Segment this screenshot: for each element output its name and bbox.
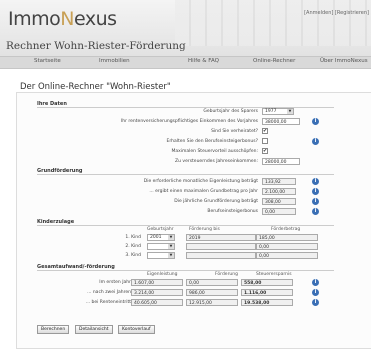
nav-immobilien[interactable]: Immobilien bbox=[99, 58, 130, 64]
label-steuervorteil: Maximalen Steuervorteil ausschöpfen: bbox=[171, 149, 258, 154]
chevron-down-icon: ▼ bbox=[168, 253, 174, 258]
col-header-geburtsjahr: Geburtsjahr bbox=[147, 227, 174, 232]
kind-2-foerderung-bis bbox=[186, 243, 256, 250]
logo-text-immo: Immo bbox=[8, 8, 61, 30]
label-verheiratet: Sind Sie verheiratet? bbox=[211, 129, 258, 134]
renteneintritt-eigenleistung: 40.605,00 bbox=[131, 299, 183, 306]
geburtsjahr-value: 1977 bbox=[265, 109, 277, 114]
info-icon[interactable]: i bbox=[312, 188, 319, 195]
chevron-down-icon: ▼ bbox=[168, 244, 174, 249]
header-photo bbox=[175, 0, 371, 46]
section-divider bbox=[37, 225, 334, 226]
berufseinsteigerbonus-output: 0,00 bbox=[262, 208, 296, 215]
logo-text-n: N bbox=[60, 8, 74, 30]
nav-startseite[interactable]: Startseite bbox=[34, 58, 61, 64]
berufseinsteigerbonus-checkbox[interactable] bbox=[262, 138, 268, 144]
page-header: ImmoNexus [Anmelden] [Registrieren] Rech… bbox=[0, 0, 371, 56]
section-divider bbox=[37, 174, 334, 175]
kind-3-foerderbetrag: 0,00 bbox=[256, 252, 318, 259]
label-berufseinsteigerbonus: Erhalten Sie den Berufseinsteigerbonus? bbox=[166, 139, 258, 144]
kind-1-year-select[interactable]: 2001 ▼ bbox=[147, 234, 175, 241]
detailansicht-button[interactable]: Detailansicht bbox=[75, 325, 113, 334]
label-einkommen: Ihr rentenversicherungspflichtiges Einko… bbox=[120, 119, 258, 124]
label-berufseinsteigerbonus-betrag: Berufseinsteigerbonus bbox=[207, 209, 258, 214]
kind-1-foerderung-bis: 2019 bbox=[186, 234, 256, 241]
zwei-jahre-steuerersparnis: 1.116,00 bbox=[241, 289, 293, 296]
label-grundbetrag: ... ergibt einen maximalen Grundbetrag p… bbox=[149, 189, 258, 194]
label-eigenleistung: Die erforderliche monatliche Eigenleistu… bbox=[143, 179, 258, 184]
kind-3-year-select[interactable]: ▼ bbox=[147, 252, 175, 259]
info-icon[interactable]: i bbox=[312, 118, 319, 125]
info-icon[interactable]: i bbox=[312, 299, 319, 306]
einkommen-input[interactable]: 38000,00 bbox=[262, 118, 300, 125]
nav-ueber-immonexus[interactable]: Über ImmoNexus bbox=[320, 58, 368, 64]
info-icon[interactable]: i bbox=[312, 279, 319, 286]
eigenleistung-output: 133,92 bbox=[262, 178, 296, 185]
jahreseinkommen-input[interactable]: 28000,00 bbox=[262, 158, 300, 165]
erstes-jahr-foerderung: 0,00 bbox=[186, 279, 238, 286]
berechnen-button[interactable]: Berechnen bbox=[37, 325, 70, 334]
label-erstes-jahr: Im ersten Jahr bbox=[99, 280, 131, 285]
page-title: Der Online-Rechner "Wohn-Riester" bbox=[20, 82, 171, 92]
label-renteneintritt: ... bei Renteneintritt bbox=[85, 300, 131, 305]
label-kind-2: 2. Kind bbox=[125, 244, 141, 249]
col-header-steuerersparnis: Steuerersparnis bbox=[256, 272, 292, 277]
col-header-foerderbetrag: Förderbetrag bbox=[271, 227, 301, 232]
zwei-jahre-eigenleistung: 3.214,00 bbox=[131, 289, 183, 296]
zwei-jahre-foerderung: 986,00 bbox=[186, 289, 238, 296]
chevron-down-icon: ▼ bbox=[287, 109, 293, 114]
kontoverlauf-button[interactable]: Kontoverlauf bbox=[118, 325, 155, 334]
info-icon[interactable]: i bbox=[312, 208, 319, 215]
nav-hilfe-faq[interactable]: Hilfe & FAQ bbox=[188, 58, 219, 64]
kind-1-year-value: 2001 bbox=[150, 235, 162, 240]
col-header-foerderung: Förderung bbox=[215, 272, 238, 277]
col-header-eigenleistung: Eigenleistung bbox=[147, 272, 178, 277]
info-icon[interactable]: i bbox=[312, 138, 319, 145]
label-kind-1: 1. Kind bbox=[125, 235, 141, 240]
grundbetrag-output: 2.100,00 bbox=[262, 188, 296, 195]
label-jahreseinkommen: Zu versteuerndes Jahreseinkommen: bbox=[175, 159, 258, 164]
label-geburtsjahr: Geburtsjahr des Sparers bbox=[203, 109, 258, 114]
label-zwei-jahre: ... nach zwei Jahren bbox=[87, 290, 131, 295]
verheiratet-checkbox[interactable]: ✔ bbox=[262, 128, 268, 134]
col-header-foerderung-bis: Förderung bis bbox=[189, 227, 220, 232]
renteneintritt-steuerersparnis: 19.538,00 bbox=[241, 299, 293, 306]
label-grundfoerderung: Die jährliche Grundförderung beträgt bbox=[174, 199, 258, 204]
erstes-jahr-steuerersparnis: 558,00 bbox=[241, 279, 293, 286]
app-title: Rechner Wohn-Riester-Förderung bbox=[6, 40, 186, 52]
info-icon[interactable]: i bbox=[312, 178, 319, 185]
section-divider bbox=[37, 270, 334, 271]
kind-1-foerderbetrag: 185,00 bbox=[256, 234, 318, 241]
account-links[interactable]: [Anmelden] [Registrieren] bbox=[304, 10, 369, 16]
info-icon[interactable]: i bbox=[312, 198, 319, 205]
logo-text-exus: exus bbox=[73, 8, 117, 30]
renteneintritt-foerderung: 12.915,00 bbox=[186, 299, 238, 306]
nav-online-rechner[interactable]: Online-Rechner bbox=[253, 58, 295, 64]
kind-2-year-select[interactable]: ▼ bbox=[147, 243, 175, 250]
kind-2-foerderbetrag: 0,00 bbox=[256, 243, 318, 250]
chevron-down-icon: ▼ bbox=[168, 235, 174, 240]
immonexus-logo[interactable]: ImmoNexus bbox=[8, 8, 117, 30]
kind-3-foerderung-bis bbox=[186, 252, 256, 259]
info-icon[interactable]: i bbox=[312, 289, 319, 296]
steuervorteil-checkbox[interactable]: ✔ bbox=[262, 148, 268, 154]
geburtsjahr-select[interactable]: 1977 ▼ bbox=[262, 108, 294, 115]
label-kind-3: 3. Kind bbox=[125, 253, 141, 258]
erstes-jahr-eigenleistung: 1.607,00 bbox=[131, 279, 183, 286]
grundfoerderung-output: 308,00 bbox=[262, 198, 296, 205]
main-nav: Startseite Immobilien Hilfe & FAQ Online… bbox=[0, 56, 371, 69]
